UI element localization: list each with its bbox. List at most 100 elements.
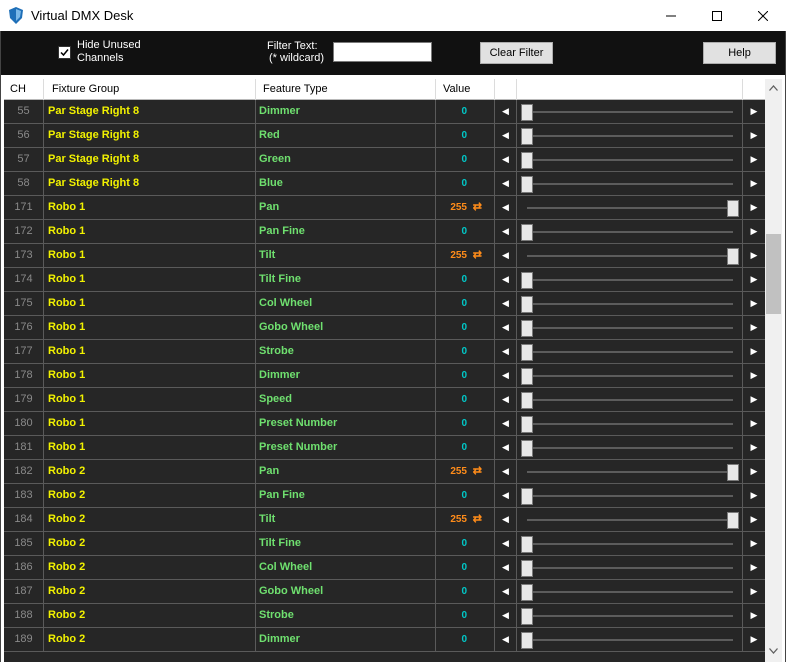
- decrement-button[interactable]: ◀: [495, 508, 517, 531]
- table-row[interactable]: 186 Robo 2 Col Wheel 0 ◀ ▶: [4, 556, 765, 580]
- increment-button[interactable]: ▶: [743, 484, 765, 507]
- table-row[interactable]: 183 Robo 2 Pan Fine 0 ◀ ▶: [4, 484, 765, 508]
- value-cell[interactable]: 0: [436, 100, 495, 123]
- table-row[interactable]: 179 Robo 1 Speed 0 ◀ ▶: [4, 388, 765, 412]
- value-slider[interactable]: [517, 484, 743, 507]
- increment-button[interactable]: ▶: [743, 268, 765, 291]
- slider-thumb[interactable]: [521, 536, 533, 553]
- decrement-button[interactable]: ◀: [495, 292, 517, 315]
- increment-button[interactable]: ▶: [743, 508, 765, 531]
- value-slider[interactable]: [517, 124, 743, 147]
- table-row[interactable]: 188 Robo 2 Strobe 0 ◀ ▶: [4, 604, 765, 628]
- value-cell[interactable]: 0: [436, 316, 495, 339]
- slider-thumb[interactable]: [521, 344, 533, 361]
- decrement-button[interactable]: ◀: [495, 196, 517, 219]
- value-cell[interactable]: 0: [436, 340, 495, 363]
- table-row[interactable]: 189 Robo 2 Dimmer 0 ◀ ▶: [4, 628, 765, 652]
- decrement-button[interactable]: ◀: [495, 580, 517, 603]
- increment-button[interactable]: ▶: [743, 412, 765, 435]
- slider-track[interactable]: [527, 423, 733, 425]
- increment-button[interactable]: ▶: [743, 316, 765, 339]
- slider-track[interactable]: [527, 231, 733, 233]
- value-slider[interactable]: [517, 100, 743, 123]
- clear-filter-button[interactable]: Clear Filter: [480, 42, 553, 64]
- decrement-button[interactable]: ◀: [495, 484, 517, 507]
- value-slider[interactable]: [517, 244, 743, 267]
- value-cell[interactable]: 0: [436, 484, 495, 507]
- slider-thumb[interactable]: [521, 632, 533, 649]
- slider-track[interactable]: [527, 255, 733, 257]
- slider-track[interactable]: [527, 135, 733, 137]
- slider-thumb[interactable]: [521, 296, 533, 313]
- column-header-fixture-group[interactable]: Fixture Group: [44, 79, 256, 100]
- decrement-button[interactable]: ◀: [495, 340, 517, 363]
- slider-thumb[interactable]: [727, 248, 739, 265]
- value-cell[interactable]: 0: [436, 604, 495, 627]
- slider-track[interactable]: [527, 471, 733, 473]
- value-cell[interactable]: 255 ⇄: [436, 196, 495, 219]
- value-slider[interactable]: [517, 508, 743, 531]
- slider-thumb[interactable]: [521, 368, 533, 385]
- table-row[interactable]: 181 Robo 1 Preset Number 0 ◀ ▶: [4, 436, 765, 460]
- value-cell[interactable]: 255 ⇄: [436, 508, 495, 531]
- column-header-feature-type[interactable]: Feature Type: [256, 79, 436, 100]
- increment-button[interactable]: ▶: [743, 244, 765, 267]
- maximize-button[interactable]: [694, 0, 740, 31]
- slider-track[interactable]: [527, 279, 733, 281]
- slider-track[interactable]: [527, 375, 733, 377]
- slider-track[interactable]: [527, 303, 733, 305]
- slider-thumb[interactable]: [521, 416, 533, 433]
- close-button[interactable]: [740, 0, 786, 31]
- table-row[interactable]: 176 Robo 1 Gobo Wheel 0 ◀ ▶: [4, 316, 765, 340]
- swap-arrows-icon[interactable]: ⇄: [473, 196, 482, 219]
- value-slider[interactable]: [517, 220, 743, 243]
- value-slider[interactable]: [517, 604, 743, 627]
- swap-arrows-icon[interactable]: ⇄: [473, 244, 482, 267]
- increment-button[interactable]: ▶: [743, 220, 765, 243]
- value-slider[interactable]: [517, 628, 743, 651]
- value-slider[interactable]: [517, 172, 743, 195]
- slider-track[interactable]: [527, 447, 733, 449]
- decrement-button[interactable]: ◀: [495, 364, 517, 387]
- increment-button[interactable]: ▶: [743, 292, 765, 315]
- increment-button[interactable]: ▶: [743, 388, 765, 411]
- decrement-button[interactable]: ◀: [495, 124, 517, 147]
- increment-button[interactable]: ▶: [743, 148, 765, 171]
- slider-thumb[interactable]: [521, 272, 533, 289]
- increment-button[interactable]: ▶: [743, 580, 765, 603]
- filter-input[interactable]: [333, 42, 432, 62]
- value-slider[interactable]: [517, 340, 743, 363]
- decrement-button[interactable]: ◀: [495, 268, 517, 291]
- value-cell[interactable]: 0: [436, 556, 495, 579]
- slider-track[interactable]: [527, 519, 733, 521]
- slider-track[interactable]: [527, 111, 733, 113]
- value-slider[interactable]: [517, 292, 743, 315]
- slider-track[interactable]: [527, 543, 733, 545]
- slider-thumb[interactable]: [521, 560, 533, 577]
- slider-track[interactable]: [527, 207, 733, 209]
- value-slider[interactable]: [517, 196, 743, 219]
- help-button[interactable]: Help: [703, 42, 776, 64]
- slider-thumb[interactable]: [521, 608, 533, 625]
- slider-thumb[interactable]: [727, 464, 739, 481]
- value-slider[interactable]: [517, 268, 743, 291]
- increment-button[interactable]: ▶: [743, 172, 765, 195]
- table-row[interactable]: 173 Robo 1 Tilt 255 ⇄ ◀ ▶: [4, 244, 765, 268]
- value-cell[interactable]: 0: [436, 628, 495, 651]
- value-cell[interactable]: 0: [436, 292, 495, 315]
- table-row[interactable]: 175 Robo 1 Col Wheel 0 ◀ ▶: [4, 292, 765, 316]
- value-slider[interactable]: [517, 532, 743, 555]
- scroll-down-button[interactable]: [765, 642, 782, 659]
- swap-arrows-icon[interactable]: ⇄: [473, 508, 482, 531]
- slider-track[interactable]: [527, 183, 733, 185]
- increment-button[interactable]: ▶: [743, 436, 765, 459]
- increment-button[interactable]: ▶: [743, 364, 765, 387]
- value-cell[interactable]: 255 ⇄: [436, 460, 495, 483]
- value-slider[interactable]: [517, 364, 743, 387]
- value-cell[interactable]: 0: [436, 124, 495, 147]
- column-header-value[interactable]: Value: [436, 79, 495, 100]
- slider-track[interactable]: [527, 159, 733, 161]
- slider-thumb[interactable]: [727, 200, 739, 217]
- value-cell[interactable]: 0: [436, 532, 495, 555]
- value-slider[interactable]: [517, 388, 743, 411]
